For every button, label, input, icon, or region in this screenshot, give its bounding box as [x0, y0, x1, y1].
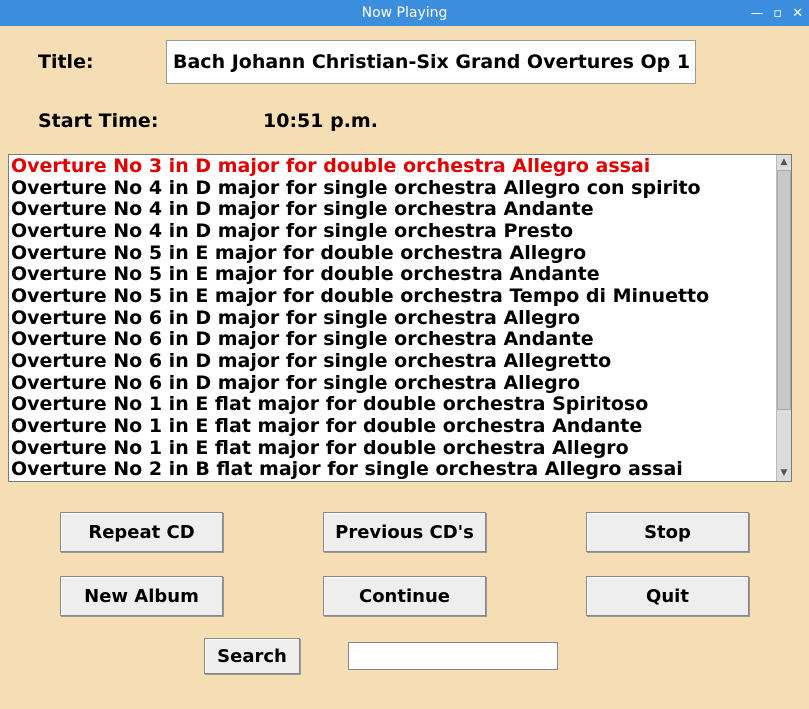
start-time-value: 10:51 p.m. — [263, 110, 378, 132]
list-item[interactable]: Overture No 1 in E flat major for double… — [11, 394, 774, 416]
close-icon[interactable]: ✕ — [792, 7, 803, 20]
window-title: Now Playing — [362, 5, 448, 21]
scrollbar[interactable]: ▲ ▼ — [776, 155, 791, 481]
continue-button[interactable]: Continue — [323, 576, 486, 616]
list-item[interactable]: Overture No 1 in E flat major for double… — [11, 416, 774, 438]
list-item[interactable]: Overture No 5 in E major for double orch… — [11, 243, 774, 265]
start-time-label: Start Time: — [38, 110, 263, 132]
list-item[interactable]: Overture No 4 in D major for single orch… — [11, 199, 774, 221]
search-button[interactable]: Search — [204, 638, 300, 674]
list-item[interactable]: Overture No 6 in D major for single orch… — [11, 351, 774, 373]
window-controls: — ▫ ✕ — [750, 0, 803, 26]
list-item[interactable]: Overture No 2 in B flat major for single… — [11, 459, 774, 481]
previous-cds-button[interactable]: Previous CD's — [323, 512, 486, 552]
list-item[interactable]: Overture No 6 in D major for single orch… — [11, 308, 774, 330]
scroll-thumb[interactable] — [777, 170, 791, 410]
scroll-down-icon[interactable]: ▼ — [777, 466, 791, 481]
track-listbox[interactable]: Overture No 3 in D major for double orch… — [8, 154, 792, 482]
list-item[interactable]: Overture No 4 in D major for single orch… — [11, 221, 774, 243]
title-label: Title: — [38, 51, 166, 73]
minimize-icon[interactable]: — — [750, 7, 763, 20]
scroll-up-icon[interactable]: ▲ — [777, 155, 791, 170]
list-item[interactable]: Overture No 1 in E flat major for double… — [11, 438, 774, 460]
list-item[interactable]: Overture No 3 in D major for double orch… — [11, 156, 774, 178]
list-item[interactable]: Overture No 6 in D major for single orch… — [11, 373, 774, 395]
stop-button[interactable]: Stop — [586, 512, 749, 552]
list-item[interactable]: Overture No 5 in E major for double orch… — [11, 286, 774, 308]
new-album-button[interactable]: New Album — [60, 576, 223, 616]
repeat-cd-button[interactable]: Repeat CD — [60, 512, 223, 552]
list-item[interactable]: Overture No 6 in D major for single orch… — [11, 329, 774, 351]
maximize-icon[interactable]: ▫ — [773, 7, 782, 20]
window-titlebar: Now Playing — ▫ ✕ — [0, 0, 809, 26]
search-input[interactable] — [348, 642, 558, 670]
list-item[interactable]: Overture No 4 in D major for single orch… — [11, 178, 774, 200]
quit-button[interactable]: Quit — [586, 576, 749, 616]
list-item[interactable]: Overture No 5 in E major for double orch… — [11, 264, 774, 286]
title-input[interactable] — [166, 40, 696, 84]
